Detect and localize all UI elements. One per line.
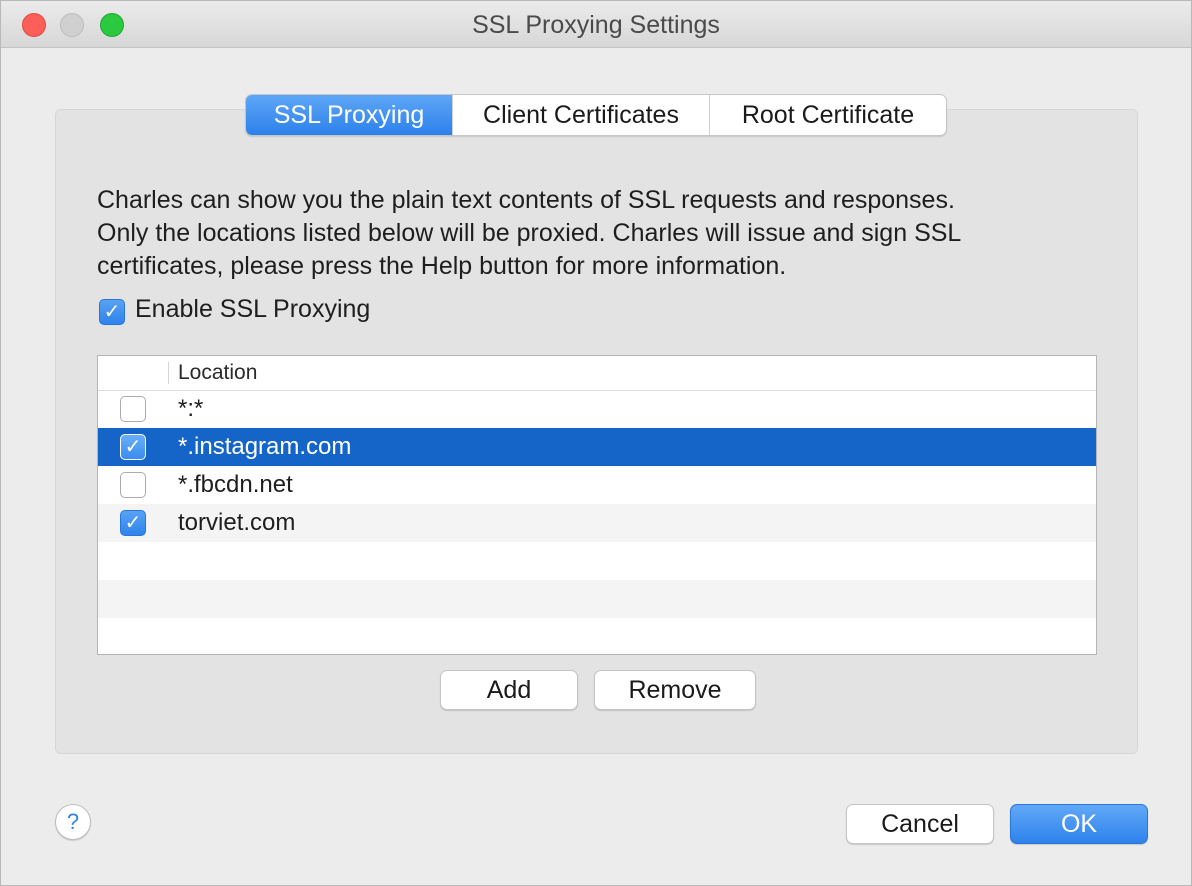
- add-location-button[interactable]: Add: [440, 670, 578, 710]
- ok-button[interactable]: OK: [1010, 804, 1148, 844]
- empty-table-row: [98, 580, 1096, 618]
- row-enabled-checkbox[interactable]: [120, 396, 146, 422]
- checkmark-icon: ✓: [124, 512, 142, 534]
- table-header: Location: [98, 356, 1096, 391]
- table-row[interactable]: ✓ torviet.com: [98, 504, 1096, 542]
- row-location: torviet.com: [178, 509, 296, 536]
- enable-ssl-proxying-checkbox[interactable]: ✓: [99, 299, 125, 325]
- empty-table-row: [98, 542, 1096, 580]
- row-enabled-checkbox[interactable]: ✓: [120, 510, 146, 536]
- column-divider: [168, 362, 169, 384]
- description-line-3: certificates, please press the Help butt…: [97, 252, 787, 280]
- row-enabled-checkbox[interactable]: [120, 472, 146, 498]
- table-row[interactable]: *.fbcdn.net: [98, 466, 1096, 504]
- ssl-proxying-settings-window: SSL Proxying Settings SSL Proxying Clien…: [0, 0, 1192, 886]
- question-mark-icon: ?: [66, 809, 80, 834]
- title-bar: SSL Proxying Settings: [1, 1, 1191, 48]
- enable-ssl-proxying-label: Enable SSL Proxying: [135, 295, 371, 323]
- table-row[interactable]: *:*: [98, 390, 1096, 428]
- cancel-button[interactable]: Cancel: [846, 804, 994, 844]
- tab-bar: SSL Proxying Client Certificates Root Ce…: [245, 94, 947, 136]
- row-location: *.instagram.com: [178, 433, 352, 460]
- locations-table: Location *:* ✓ *.instagram.com *.fbcdn.n…: [97, 355, 1097, 655]
- row-location: *:*: [178, 395, 204, 422]
- help-button[interactable]: ?: [55, 804, 91, 840]
- checkmark-icon: ✓: [124, 436, 142, 458]
- table-row[interactable]: ✓ *.instagram.com: [98, 428, 1096, 466]
- row-enabled-checkbox[interactable]: ✓: [120, 434, 146, 460]
- description-line-2: Only the locations listed below will be …: [97, 219, 962, 247]
- empty-table-row: [98, 618, 1096, 654]
- column-header-location[interactable]: Location: [178, 361, 257, 385]
- tab-ssl-proxying[interactable]: SSL Proxying: [246, 95, 453, 135]
- row-location: *.fbcdn.net: [178, 471, 293, 498]
- description-line-1: Charles can show you the plain text cont…: [97, 186, 955, 214]
- remove-location-button[interactable]: Remove: [594, 670, 756, 710]
- checkmark-icon: ✓: [103, 301, 121, 323]
- tab-root-certificate[interactable]: Root Certificate: [710, 95, 946, 135]
- window-title: SSL Proxying Settings: [472, 11, 720, 39]
- description-text: Charles can show you the plain text cont…: [97, 184, 1097, 283]
- tab-client-certificates[interactable]: Client Certificates: [453, 95, 710, 135]
